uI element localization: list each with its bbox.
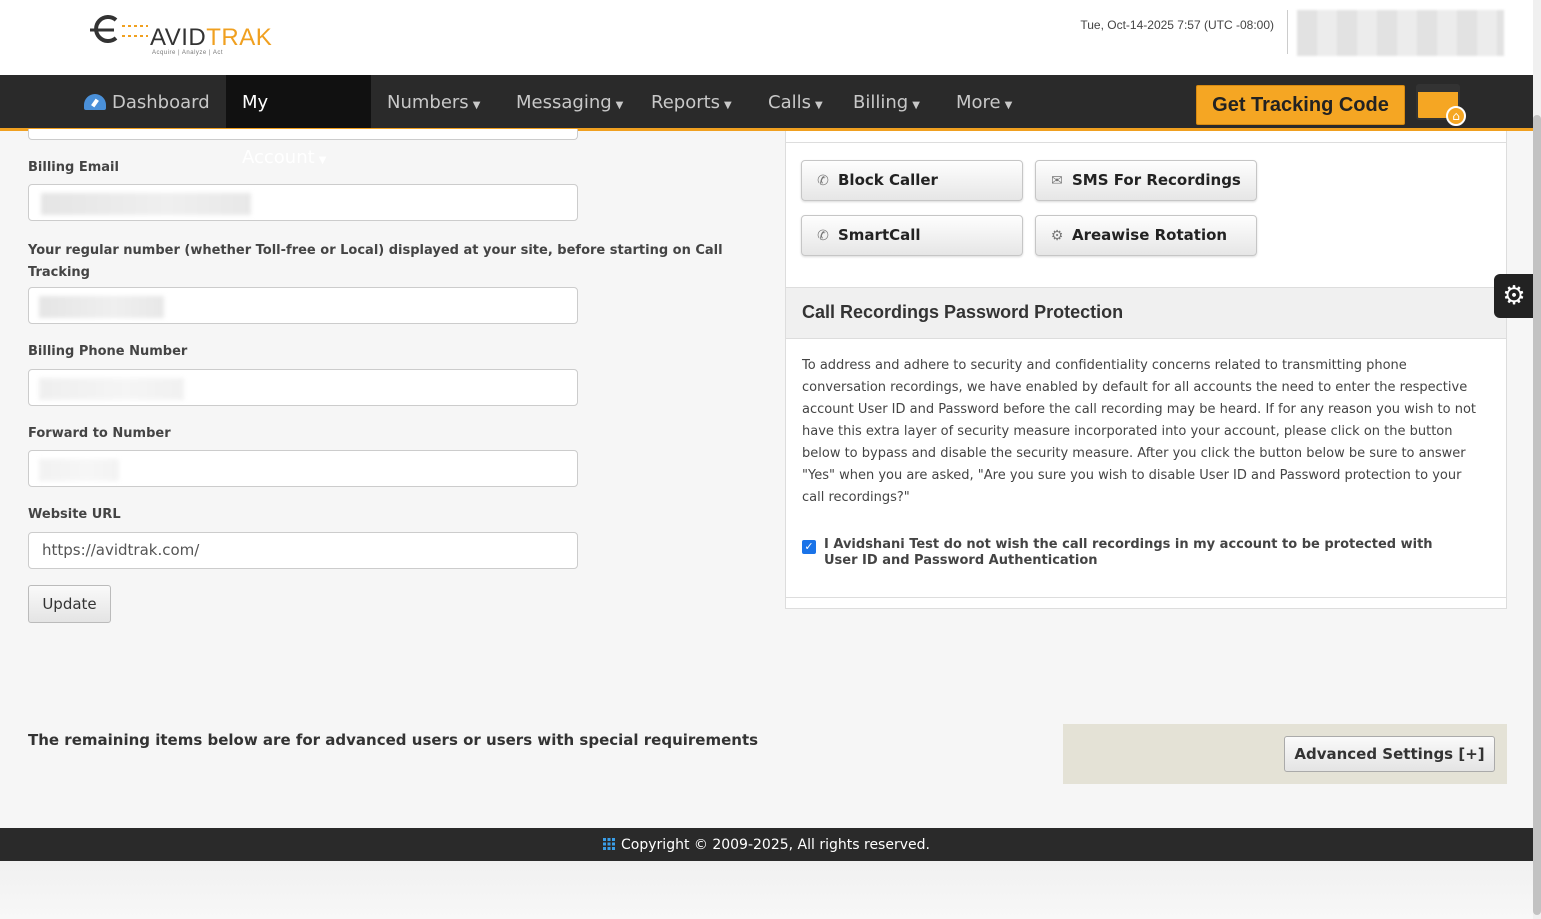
grid-icon — [603, 838, 616, 850]
areawise-rotation-label: Areawise Rotation — [1072, 226, 1228, 244]
redacted-value — [39, 459, 119, 481]
chevron-down-icon: ▼ — [318, 155, 327, 166]
recordings-protection-heading: Call Recordings Password Protection — [786, 287, 1506, 339]
nav-my-account[interactable]: My Account ▼ — [226, 75, 371, 168]
nav-calls-label: Calls — [768, 92, 811, 113]
chevron-down-icon: ▼ — [1004, 100, 1013, 111]
chevron-down-icon: ▼ — [615, 100, 624, 111]
top-header: AVIDTRAK Acquire | Analyze | Act Tue, Oc… — [0, 0, 1533, 75]
dashboard-gauge-icon — [84, 94, 106, 110]
user-account-blurred[interactable] — [1297, 10, 1504, 56]
regular-number-field[interactable] — [28, 287, 578, 324]
chevron-down-icon: ▼ — [814, 100, 823, 111]
billing-phone-field[interactable] — [28, 369, 578, 406]
main-navbar: Dashboard My Account ▼ Numbers ▼ Messaging… — [0, 75, 1533, 168]
logo-mark-icon — [90, 15, 148, 43]
redacted-value — [39, 378, 184, 400]
sms-for-recordings-label: SMS For Recordings — [1072, 171, 1241, 189]
scrollbar-thumb[interactable] — [1533, 115, 1541, 915]
forward-number-field[interactable] — [28, 450, 578, 487]
phone-block-icon: ✆ — [817, 173, 829, 189]
logo-wordmark: AVIDTRAK — [150, 24, 272, 52]
update-button[interactable]: Update — [28, 585, 111, 623]
website-url-field[interactable]: https://avidtrak.com/ — [28, 532, 578, 569]
nav-messaging-label: Messaging — [516, 92, 612, 113]
redacted-value — [39, 296, 164, 318]
page-footer: Copyright © 2009-2025, All rights reserv… — [0, 828, 1533, 861]
nav-more[interactable]: More ▼ — [940, 75, 1028, 128]
get-tracking-code-button[interactable]: Get Tracking Code — [1196, 85, 1405, 125]
chevron-down-icon: ▼ — [724, 100, 732, 111]
nav-numbers[interactable]: Numbers ▼ — [371, 75, 496, 128]
billing-email-field[interactable] — [28, 184, 578, 221]
gears-icon: ⚙ — [1050, 228, 1064, 244]
nav-dashboard[interactable]: Dashboard — [68, 75, 226, 128]
nav-reports[interactable]: Reports ▼ — [635, 75, 748, 128]
nav-billing[interactable]: Billing ▼ — [837, 75, 936, 128]
forward-number-label: Forward to Number — [28, 426, 171, 441]
sms-for-recordings-button[interactable]: ✉ SMS For Recordings — [1035, 160, 1257, 201]
home-icon: ⌂ — [1446, 106, 1466, 126]
smartcall-button[interactable]: ✆ SmartCall — [801, 215, 1023, 256]
section-bottom-border — [786, 597, 1506, 598]
chevron-down-icon: ▼ — [472, 100, 481, 111]
chevron-down-icon: ▼ — [912, 100, 920, 111]
block-caller-label: Block Caller — [838, 171, 938, 189]
panel-top-border — [786, 131, 1506, 143]
redacted-value — [41, 193, 251, 215]
settings-panel: ✆ Block Caller ✉ SMS For Recordings ✆ Smart… — [785, 131, 1507, 609]
nav-calls[interactable]: Calls ▼ — [752, 75, 839, 128]
nav-billing-label: Billing — [853, 92, 909, 113]
page-scrollbar[interactable] — [1533, 0, 1541, 919]
billing-phone-label: Billing Phone Number — [28, 344, 188, 359]
recordings-protection-text: To address and adhere to security and co… — [802, 358, 1477, 505]
logo-tagline: Acquire | Analyze | Act — [152, 50, 223, 56]
nav-more-label: More — [956, 92, 1001, 113]
settings-gear-tab[interactable]: ⚙ — [1494, 274, 1534, 318]
code-window-icon[interactable]: ⌂ — [1416, 84, 1466, 126]
nav-dashboard-label: Dashboard — [112, 92, 210, 113]
logo-letter-a: A — [150, 24, 165, 51]
smartcall-label: SmartCall — [838, 226, 921, 244]
sms-phone-icon: ✉ — [1051, 173, 1063, 189]
nav-messaging[interactable]: Messaging ▼ — [500, 75, 639, 128]
nav-numbers-label: Numbers — [387, 92, 469, 113]
logo-letters-vid: VID — [164, 24, 207, 51]
disable-protection-checkbox[interactable]: ✓ — [802, 540, 816, 554]
header-divider — [1287, 10, 1288, 54]
logo-letters-trak: TRAK — [206, 24, 273, 51]
previous-field-stub[interactable] — [28, 129, 578, 140]
disable-protection-label[interactable]: I Avidshani Test do not wish the call re… — [824, 537, 1464, 569]
avidtrak-logo[interactable]: AVIDTRAK Acquire | Analyze | Act — [88, 14, 272, 60]
advanced-settings-button[interactable]: Advanced Settings [+] — [1284, 736, 1495, 772]
gear-icon: ⚙ — [1502, 281, 1526, 311]
copyright-text: Copyright © 2009-2025, All rights reserv… — [621, 837, 930, 853]
page-bottom-area — [0, 861, 1533, 919]
nav-reports-label: Reports — [651, 92, 721, 113]
advanced-note: The remaining items below are for advanc… — [28, 731, 759, 749]
areawise-rotation-button[interactable]: ⚙ Areawise Rotation — [1035, 215, 1257, 256]
billing-email-label: Billing Email — [28, 160, 119, 175]
website-url-label: Website URL — [28, 507, 121, 522]
smartcall-icon: ✆ — [817, 228, 829, 244]
block-caller-button[interactable]: ✆ Block Caller — [801, 160, 1023, 201]
current-datetime: Tue, Oct-14-2025 7:57 (UTC -08:00) — [1080, 18, 1274, 32]
regular-number-label: Your regular number (whether Toll-free o… — [28, 243, 723, 280]
